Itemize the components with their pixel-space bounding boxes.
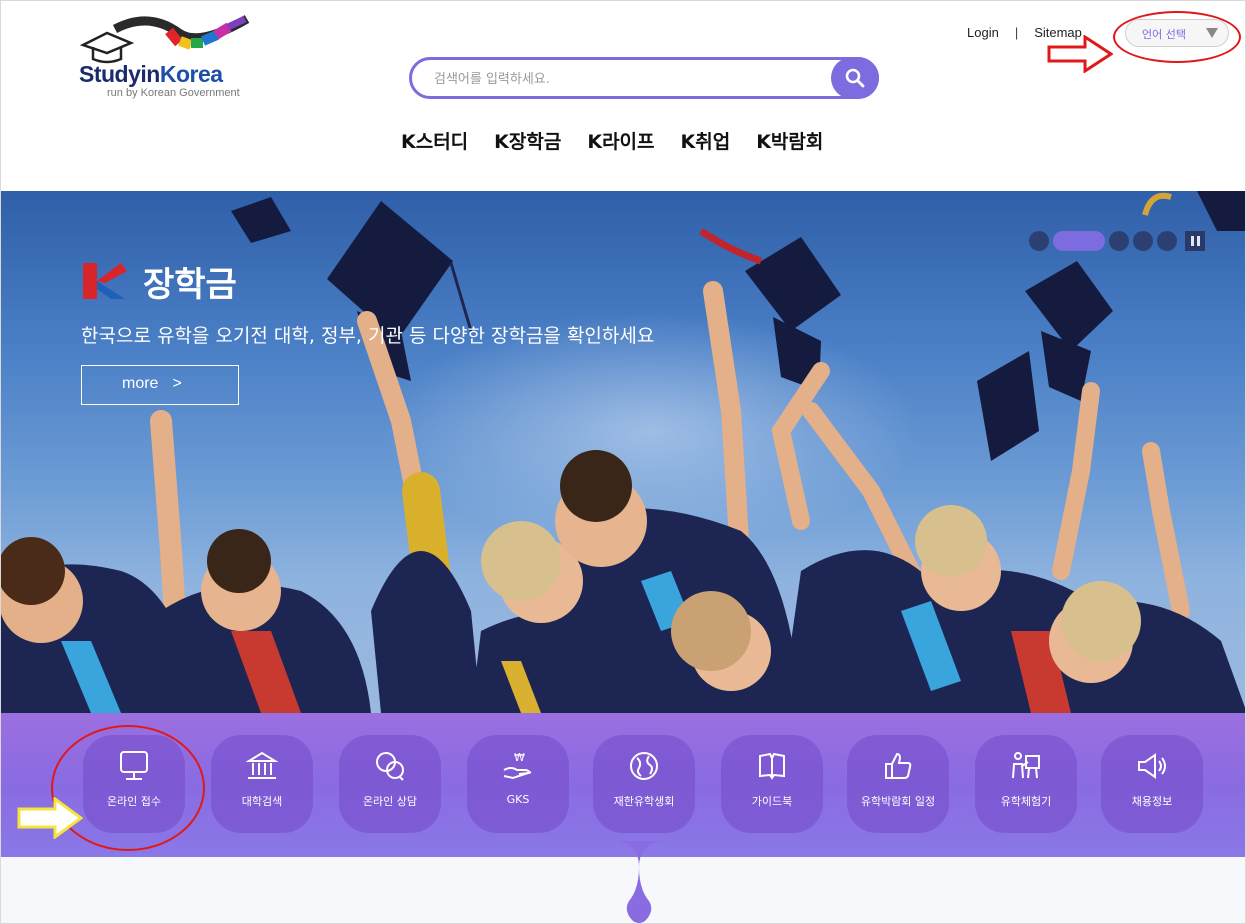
drip-decoration [617,841,661,923]
book-icon [759,752,785,780]
slide-dot[interactable] [1157,231,1177,251]
quick-online-consultation[interactable]: 온라인 상담 [339,735,441,833]
hero-subtitle: 한국으로 유학을 오기전 대학, 정부, 기관 등 다양한 장학금을 확인하세요 [81,325,655,347]
university-icon [245,751,279,779]
quick-job-info[interactable]: 채용정보 [1101,735,1203,833]
search-bar [409,57,879,99]
svg-text:₩: ₩ [514,751,525,764]
quick-label: 유학체험기 [1000,795,1052,808]
hero-banner: 장학금 한국으로 유학을 오기전 대학, 정부, 기관 등 다양한 장학금을 확… [1,191,1245,713]
slide-dot[interactable] [1029,231,1049,251]
chevron-right-icon: > [172,375,182,392]
more-button[interactable]: more > [81,365,239,405]
slide-dot[interactable] [1109,231,1129,251]
search-icon [845,68,865,88]
quick-student-association[interactable]: 재한유학생회 [593,735,695,833]
mortarboard-logo-icon [79,15,249,64]
quick-guidebook[interactable]: 가이드북 [721,735,823,833]
site-header: StudyinKorea run by Korean Government K스… [1,1,1245,191]
nav-k-fair[interactable]: K박람회 [756,127,823,157]
pause-button[interactable] [1185,231,1205,251]
quick-label: 온라인 상담 [362,795,418,808]
more-button-label: more [122,375,159,392]
nav-k-scholarship[interactable]: K장학금 [494,127,561,157]
annotation-ellipse [1113,11,1241,63]
thumbs-up-icon [885,752,912,779]
studyinkorea-logo[interactable]: StudyinKorea run by Korean Government [79,15,269,105]
megaphone-icon [1138,753,1166,779]
quick-fair-schedule[interactable]: 유학박람회 일정 [847,735,949,833]
quick-label: GKS [506,793,530,806]
quick-label: 대학검색 [241,795,283,808]
chat-bubbles-icon [376,752,404,781]
quick-gks[interactable]: ₩ GKS [467,735,569,833]
quick-label: 유학박람회 일정 [860,795,936,808]
yellow-arrow-icon [17,797,83,839]
pause-icon [1190,236,1194,246]
page: StudyinKorea run by Korean Government K스… [0,0,1246,924]
quick-label: 재한유학생회 [613,795,675,808]
search-button[interactable] [831,57,879,99]
nav-k-life[interactable]: K라이프 [587,127,654,157]
red-arrow-icon [1047,35,1113,73]
util-separator: | [1014,24,1019,40]
quick-university-search[interactable]: 대학검색 [211,735,313,833]
won-hand-icon: ₩ [503,751,532,780]
presenter-icon [1012,752,1040,779]
hero-title: 장학금 [81,257,237,305]
slide-dot[interactable] [1133,231,1153,251]
quick-label: 채용정보 [1131,795,1173,808]
logo-wordmark: StudyinKorea [79,61,223,87]
nav-k-job[interactable]: K취업 [681,127,731,157]
quick-label: 가이드북 [751,795,793,808]
main-navigation: K스터디 K장학금 K라이프 K취업 K박람회 [401,127,823,157]
globe-icon [630,752,658,780]
slide-dot-active[interactable] [1053,231,1105,251]
login-link[interactable]: Login [967,25,999,40]
hero-title-text: 장학금 [143,264,237,305]
slide-indicators [1029,231,1205,251]
quick-study-experience[interactable]: 유학체험기 [975,735,1077,833]
nav-k-study[interactable]: K스터디 [401,127,468,157]
logo-tagline: run by Korean Government [107,87,240,99]
search-input[interactable] [434,68,814,90]
k-logo-icon [83,263,127,299]
